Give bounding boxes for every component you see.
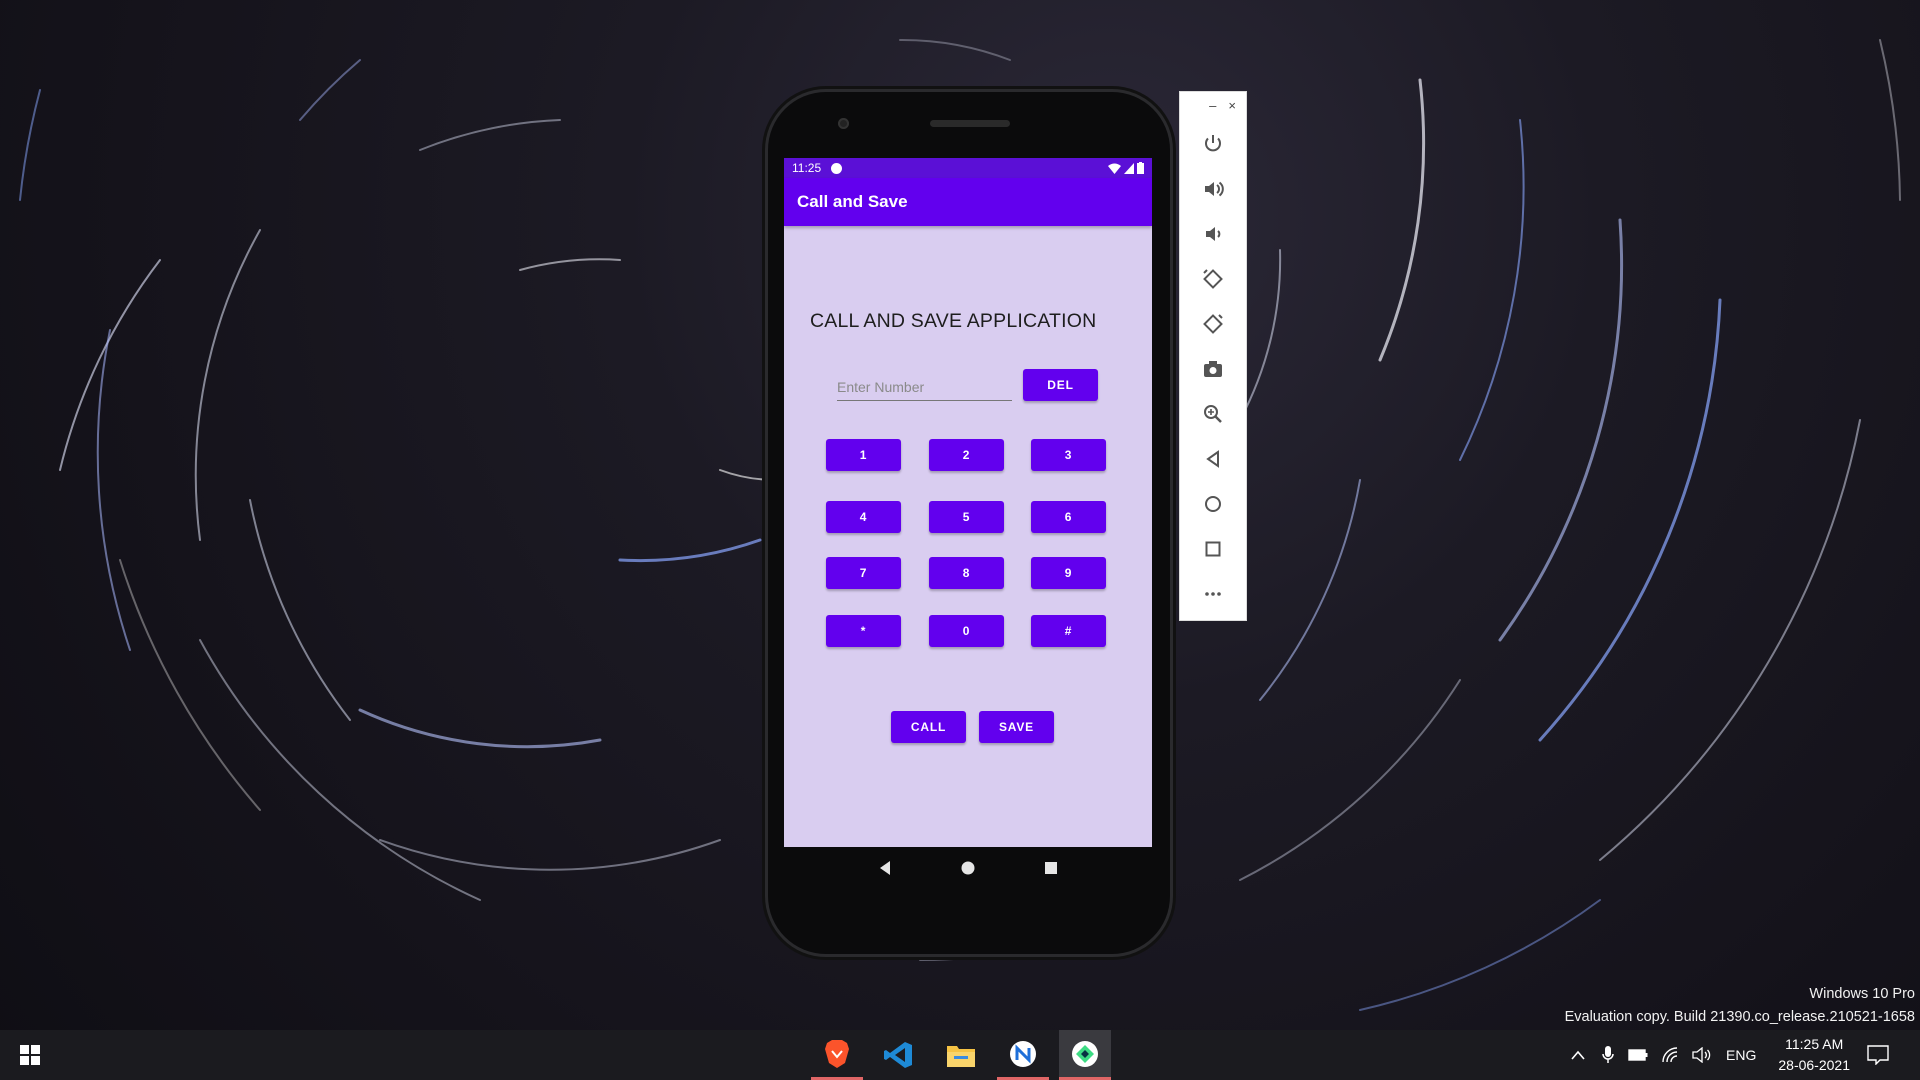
back-button[interactable] bbox=[1180, 441, 1246, 477]
status-bar: 11:25 bbox=[784, 158, 1152, 178]
close-button[interactable]: × bbox=[1228, 98, 1236, 113]
battery-icon bbox=[1137, 162, 1144, 174]
notification-center-icon bbox=[1867, 1045, 1889, 1065]
volume-down-icon bbox=[1206, 227, 1221, 241]
back-icon bbox=[1206, 450, 1219, 468]
wifi-icon bbox=[1108, 163, 1121, 174]
android-nav-bar bbox=[784, 847, 1152, 889]
taskbar-clock[interactable]: 11:25 AM 28-06-2021 bbox=[1778, 1034, 1850, 1076]
page-heading: CALL AND SAVE APPLICATION bbox=[810, 310, 1097, 332]
nav-back-icon[interactable] bbox=[877, 860, 893, 876]
rotate-right-button[interactable] bbox=[1180, 306, 1246, 342]
rotate-right-icon bbox=[1203, 314, 1223, 334]
del-button[interactable]: DEL bbox=[1023, 369, 1098, 401]
signal-icon bbox=[1124, 162, 1134, 174]
power-button[interactable] bbox=[1180, 126, 1246, 162]
key-5-button[interactable]: 5 bbox=[929, 501, 1004, 533]
more-icon bbox=[1205, 592, 1221, 596]
android-studio-icon bbox=[1072, 1040, 1098, 1067]
key-1-button[interactable]: 1 bbox=[826, 439, 901, 471]
key-7-button[interactable]: 7 bbox=[826, 557, 901, 589]
call-button[interactable]: CALL bbox=[891, 711, 966, 743]
windows-edition-watermark: Windows 10 Pro bbox=[1809, 986, 1915, 1002]
app-n-icon bbox=[1010, 1040, 1036, 1067]
key-2-button[interactable]: 2 bbox=[929, 439, 1004, 471]
power-icon bbox=[1205, 135, 1221, 152]
front-camera bbox=[838, 118, 849, 129]
start-button[interactable] bbox=[4, 1030, 56, 1080]
clock-time: 11:25 AM bbox=[1785, 1036, 1844, 1052]
phone-screen: 11:25 Call and Save CALL AND SAVE APPLIC… bbox=[784, 158, 1152, 847]
phone-frame: 11:25 Call and Save CALL AND SAVE APPLIC… bbox=[768, 92, 1170, 954]
key-4-button[interactable]: 4 bbox=[826, 501, 901, 533]
windows-logo-icon bbox=[20, 1045, 40, 1065]
network-icon[interactable] bbox=[1662, 1047, 1680, 1063]
taskbar-file-explorer[interactable] bbox=[935, 1030, 987, 1080]
brave-icon bbox=[825, 1039, 849, 1068]
status-time: 11:25 bbox=[792, 161, 822, 175]
number-input[interactable] bbox=[837, 374, 1012, 401]
app-bar: Call and Save bbox=[784, 178, 1152, 226]
key-8-button[interactable]: 8 bbox=[929, 557, 1004, 589]
language-indicator[interactable]: ENG bbox=[1726, 1047, 1756, 1063]
action-center-button[interactable] bbox=[1852, 1030, 1904, 1080]
overview-icon bbox=[1205, 541, 1221, 557]
emulator-toolbar: – × bbox=[1180, 92, 1246, 620]
home-icon bbox=[1205, 496, 1221, 512]
zoom-icon bbox=[1204, 405, 1222, 423]
earpiece-speaker bbox=[930, 120, 1010, 127]
volume-down-button[interactable] bbox=[1180, 216, 1246, 252]
toolbar-window-controls: – × bbox=[1180, 92, 1246, 118]
key-9-button[interactable]: 9 bbox=[1031, 557, 1106, 589]
screenshot-button[interactable] bbox=[1180, 351, 1246, 387]
chevron-up-icon[interactable] bbox=[1570, 1049, 1586, 1061]
nav-home-icon[interactable] bbox=[960, 860, 976, 876]
rotate-left-icon bbox=[1203, 269, 1223, 289]
microphone-icon[interactable] bbox=[1602, 1045, 1614, 1065]
home-button[interactable] bbox=[1180, 486, 1246, 522]
overview-button[interactable] bbox=[1180, 531, 1246, 567]
taskbar-vscode[interactable] bbox=[873, 1030, 925, 1080]
key-star-button[interactable]: * bbox=[826, 615, 901, 647]
key-0-button[interactable]: 0 bbox=[929, 615, 1004, 647]
speaker-icon[interactable] bbox=[1692, 1047, 1712, 1063]
save-button[interactable]: SAVE bbox=[979, 711, 1054, 743]
key-3-button[interactable]: 3 bbox=[1031, 439, 1106, 471]
minimize-button[interactable]: – bbox=[1209, 98, 1216, 113]
notification-icon bbox=[831, 162, 843, 174]
key-6-button[interactable]: 6 bbox=[1031, 501, 1106, 533]
battery-tray-icon[interactable] bbox=[1628, 1049, 1648, 1061]
zoom-button[interactable] bbox=[1180, 396, 1246, 432]
taskbar-brave[interactable] bbox=[811, 1030, 863, 1080]
rotate-left-button[interactable] bbox=[1180, 261, 1246, 297]
system-tray: ENG bbox=[1570, 1030, 1756, 1080]
build-watermark: Evaluation copy. Build 21390.co_release.… bbox=[1564, 1009, 1915, 1025]
nav-overview-icon[interactable] bbox=[1043, 860, 1059, 876]
taskbar-app-n[interactable] bbox=[997, 1030, 1049, 1080]
file-explorer-icon bbox=[947, 1046, 975, 1067]
app-title: Call and Save bbox=[797, 192, 908, 211]
volume-up-icon bbox=[1205, 181, 1224, 197]
taskbar: ENG 11:25 AM 28-06-2021 bbox=[0, 1030, 1920, 1080]
clock-date: 28-06-2021 bbox=[1778, 1057, 1850, 1073]
camera-icon bbox=[1204, 361, 1222, 377]
more-button[interactable] bbox=[1180, 576, 1246, 612]
vscode-icon bbox=[884, 1042, 912, 1068]
volume-up-button[interactable] bbox=[1180, 171, 1246, 207]
taskbar-android-studio[interactable] bbox=[1059, 1030, 1111, 1080]
key-hash-button[interactable]: # bbox=[1031, 615, 1106, 647]
